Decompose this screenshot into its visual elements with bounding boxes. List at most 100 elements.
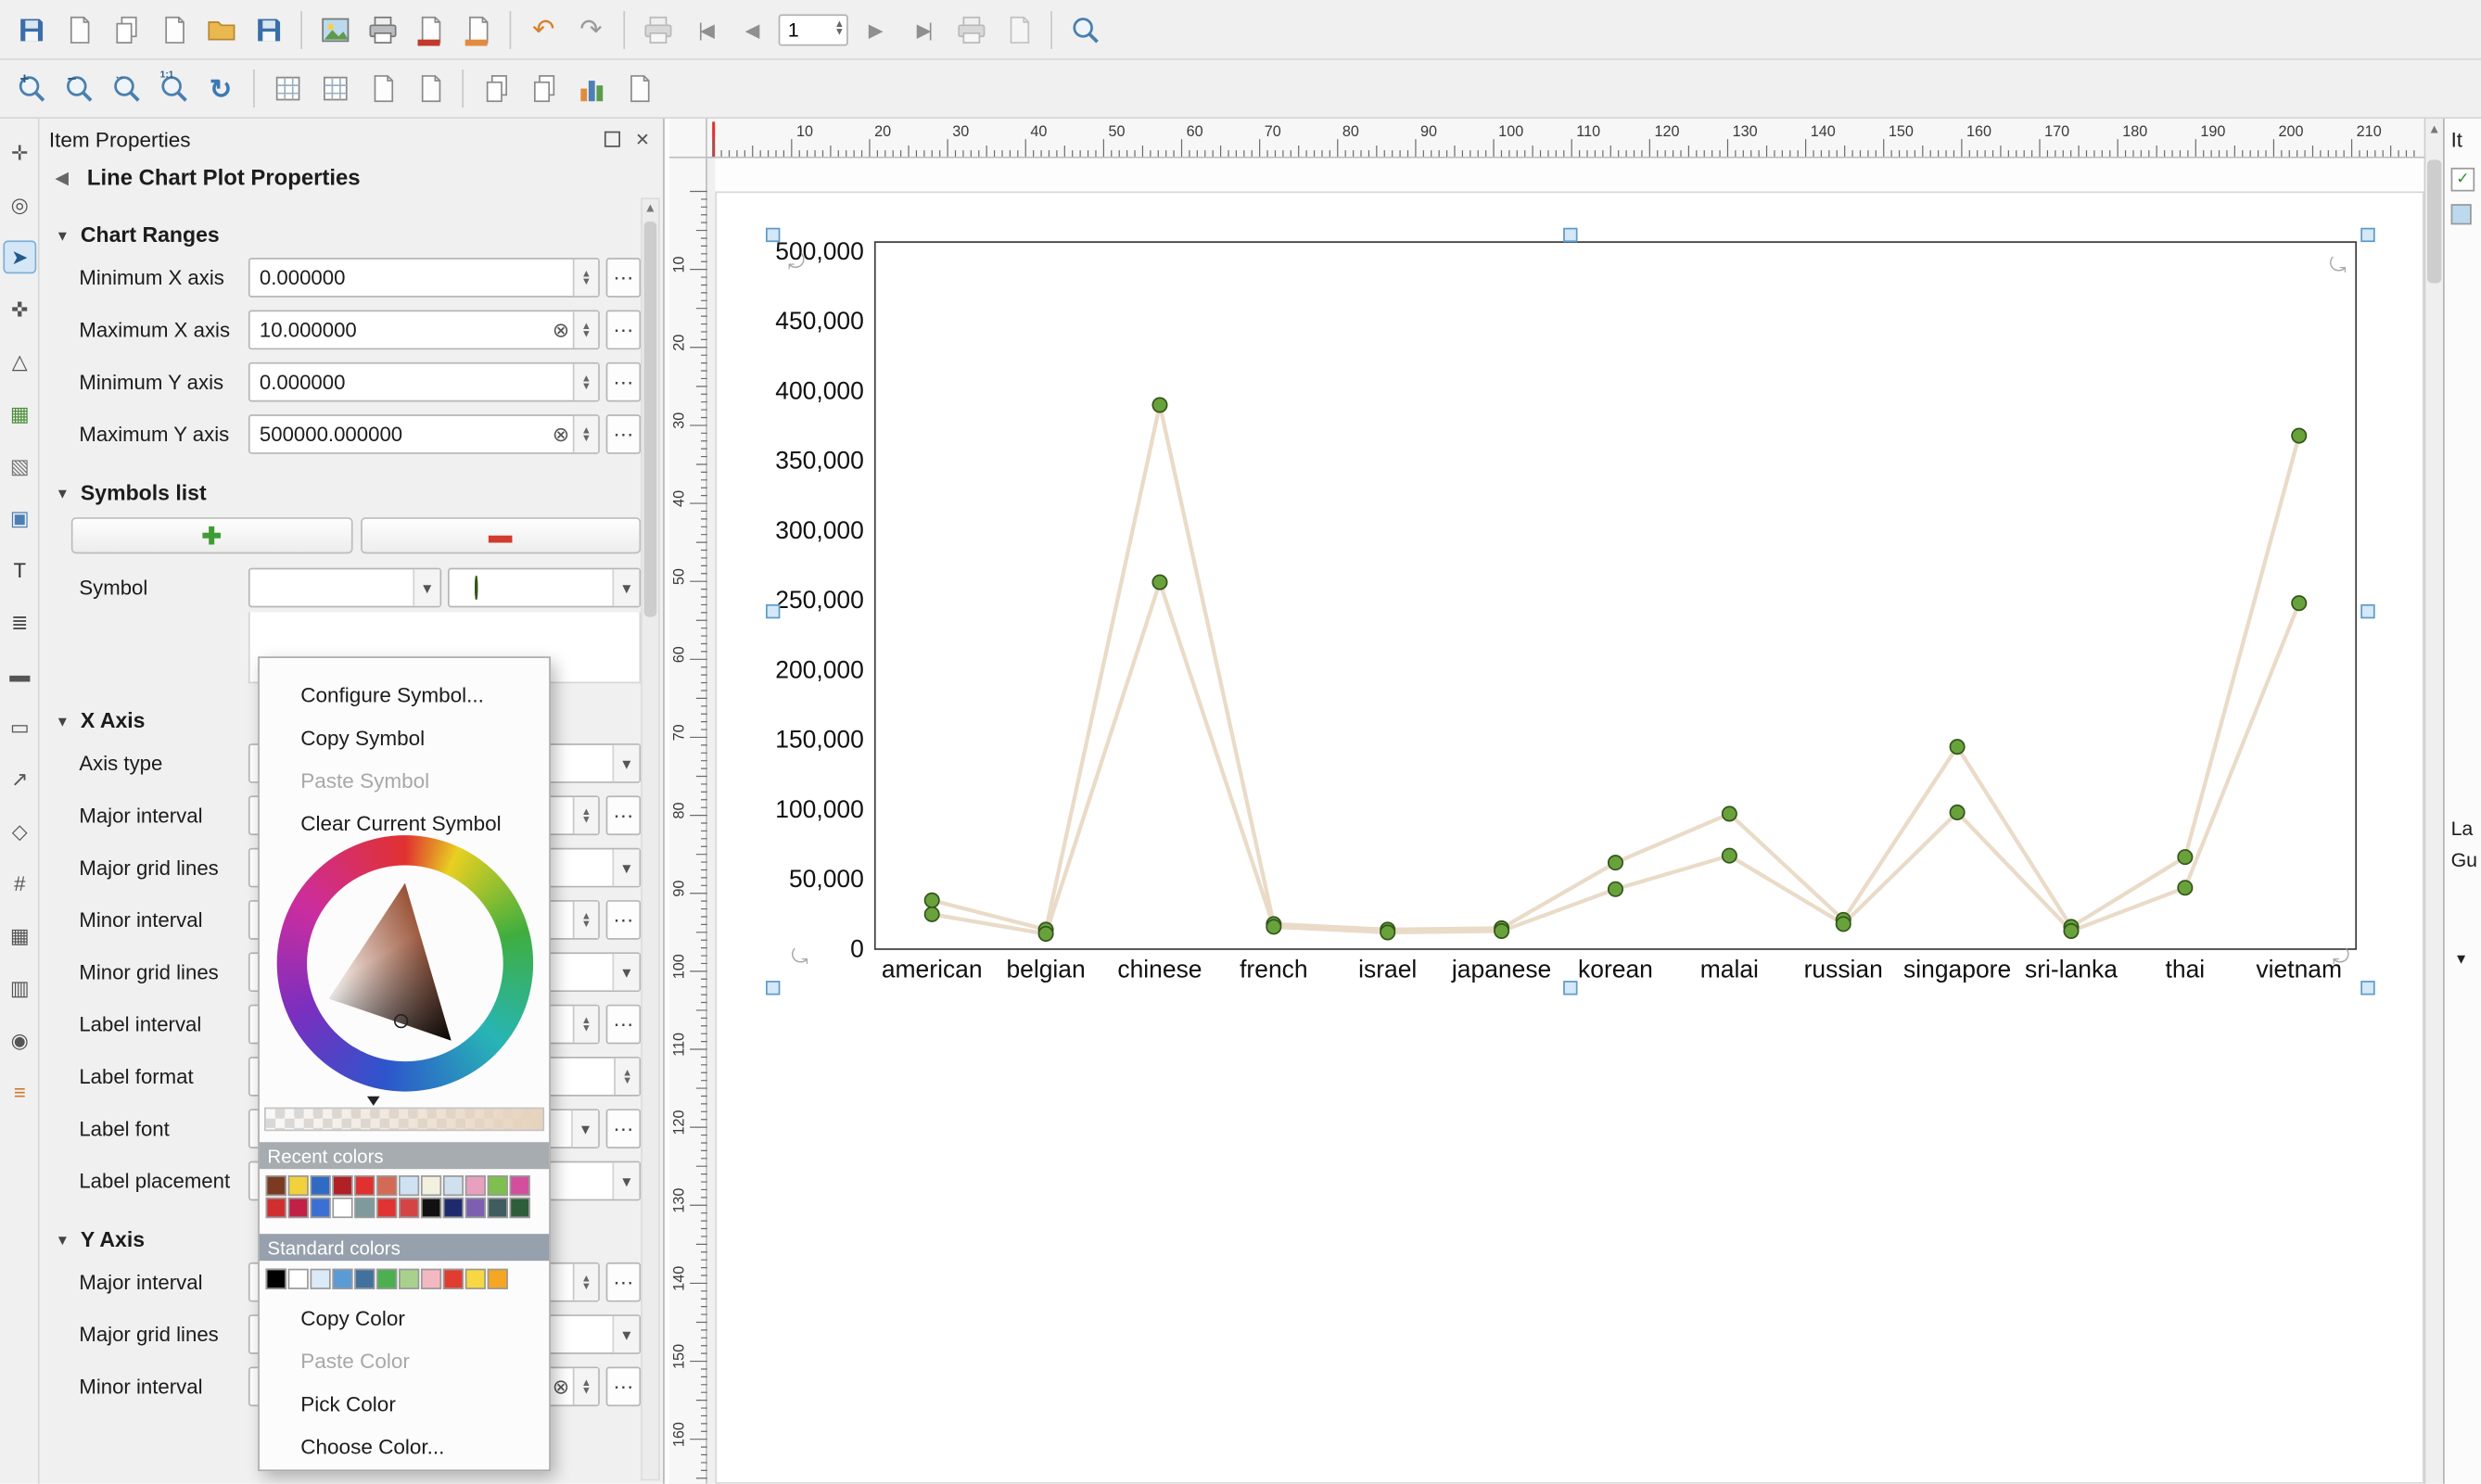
save-template-button[interactable] [247,8,289,51]
color-swatch[interactable] [288,1198,309,1218]
color-wheel[interactable] [277,835,533,1091]
resize-handle-bottom-right[interactable] [2360,981,2374,995]
data-defined-override-button[interactable]: ⋯ [606,1367,642,1407]
new-layout-button[interactable] [57,8,99,51]
select-move-item-tool-icon[interactable]: ➤ [3,240,36,273]
add-chart-tool-icon[interactable]: ≡ [3,1076,36,1110]
add-marker-tool-icon[interactable]: ◉ [3,1023,36,1057]
line-symbol-dropdown[interactable]: ▼ [248,568,441,608]
zoom-full-button[interactable]: ↔ [105,68,147,110]
resize-handle-top-left[interactable] [766,228,780,242]
data-defined-override-button[interactable]: ⋯ [606,258,642,298]
clear-value-icon[interactable]: ⊗ [553,317,570,342]
data-defined-override-button[interactable]: ⋯ [606,1262,642,1302]
refresh-button[interactable]: ↻ [199,68,242,110]
rotate-handle-icon[interactable]: ⤾ [2333,945,2350,970]
atlas-settings-button[interactable] [636,8,679,51]
edit-nodes-tool-icon[interactable]: △ [3,345,36,378]
item-options-button[interactable] [617,68,660,110]
color-swatch[interactable] [266,1198,286,1218]
remove-symbol-button[interactable]: ▬ [360,517,641,553]
add-scalebar-tool-icon[interactable]: ▬ [3,658,36,691]
color-swatch[interactable] [376,1175,397,1196]
atlas-first-button[interactable]: |◀ [683,8,726,51]
color-swatch[interactable] [288,1269,309,1289]
color-swatch[interactable] [421,1269,441,1289]
add-picture-tool-icon[interactable]: ▣ [3,501,36,535]
color-swatch[interactable] [399,1269,419,1289]
section-symbols-list[interactable]: ▼ Symbols list [56,481,663,505]
rotate-handle-icon[interactable]: ⤿ [791,945,808,970]
add-label-tool-icon[interactable]: T [3,553,36,587]
atlas-print-button[interactable] [949,8,992,51]
zoom-region-button[interactable] [1063,8,1106,51]
canvas-vertical-scrollbar[interactable]: ▲ [2424,119,2443,1484]
color-swatch[interactable] [310,1198,330,1218]
page-number-spinner[interactable]: ▲▼ [829,14,849,45]
color-swatch[interactable] [465,1198,486,1218]
export-svg-button[interactable] [456,8,499,51]
color-swatch[interactable] [310,1269,330,1289]
move-item-content-tool-icon[interactable]: ✜ [3,293,36,326]
load-template-button[interactable] [199,8,242,51]
panel-scrollbar[interactable]: ▲ [641,197,659,1480]
data-defined-override-button[interactable]: ⋯ [606,1109,642,1148]
add-arrow-tool-icon[interactable]: ↗ [3,763,36,796]
color-swatch[interactable] [332,1269,352,1289]
data-defined-override-button[interactable]: ⋯ [606,900,642,940]
opacity-slider[interactable] [264,1108,544,1132]
rotate-handle-icon[interactable]: ⤾ [788,250,806,275]
color-swatch[interactable] [376,1269,397,1289]
color-swatch[interactable] [266,1175,286,1196]
resize-handle-top-right[interactable] [2360,228,2374,242]
spin-arrows[interactable]: ▲▼ [573,311,598,348]
add-node-item-tool-icon[interactable]: ◇ [3,815,36,848]
add-3d-map-tool-icon[interactable]: ▧ [3,450,36,483]
float-panel-icon[interactable] [602,128,624,150]
menu-item-configure-symbol[interactable]: Configure Symbol... [260,674,549,717]
min-y-input[interactable]: 0.000000 ▲▼ [248,362,600,402]
add-legend-tool-icon[interactable]: ≣ [3,606,36,640]
color-swatch[interactable] [510,1175,530,1196]
layout-canvas[interactable]: 1020304050607080901001101201301401501601… [669,119,2443,1484]
rotate-handle-icon[interactable]: ⤿ [2329,253,2347,278]
scroll-up-icon[interactable]: ▲ [2425,119,2443,139]
scroll-up-icon[interactable]: ▲ [643,199,658,218]
color-swatch[interactable] [399,1198,419,1218]
add-map-tool-icon[interactable]: ▦ [3,397,36,430]
color-swatch[interactable] [488,1198,508,1218]
data-defined-override-button[interactable]: ⋯ [606,795,642,835]
atlas-next-button[interactable]: ▶ [855,8,897,51]
color-swatch[interactable] [465,1269,486,1289]
color-swatch[interactable] [465,1175,486,1196]
color-swatch[interactable] [443,1198,464,1218]
color-swatch[interactable] [443,1269,464,1289]
color-swatch[interactable] [443,1175,464,1196]
show-grid-button[interactable] [266,68,309,110]
undo-button[interactable]: ↶ [522,8,565,51]
pan-tool-icon[interactable]: ✛ [3,136,36,170]
marker-symbol-dropdown[interactable]: ▼ [448,568,641,608]
snap-to-guides-button[interactable] [408,68,451,110]
color-cursor-icon[interactable] [393,1014,407,1028]
color-swatch[interactable] [332,1175,352,1196]
add-attribute-table-tool-icon[interactable]: ▦ [3,920,36,953]
resize-handle-middle-right[interactable] [2360,604,2374,618]
chevron-down-icon[interactable]: ▼ [2454,951,2477,967]
min-x-input[interactable]: 0.000000 ▲▼ [248,258,600,298]
color-swatch[interactable] [266,1269,286,1289]
redo-button[interactable]: ↷ [569,8,612,51]
max-y-input[interactable]: 500000.000000 ⊗ ▲▼ [248,414,600,454]
color-swatch[interactable] [421,1198,441,1218]
atlas-export-button[interactable] [997,8,1039,51]
color-swatch[interactable] [354,1198,375,1218]
menu-item-pick-color[interactable]: Pick Color [260,1383,549,1426]
zoom-actual-button[interactable]: 1:1 [152,68,195,110]
spin-arrows[interactable]: ▲▼ [573,416,598,452]
menu-item-choose-color[interactable]: Choose Color... [260,1426,549,1468]
color-swatch[interactable] [288,1175,309,1196]
add-fixed-table-tool-icon[interactable]: ▥ [3,971,36,1005]
menu-item-copy-color[interactable]: Copy Color [260,1297,549,1339]
color-swatch[interactable] [310,1175,330,1196]
atlas-last-button[interactable]: ▶| [902,8,945,51]
